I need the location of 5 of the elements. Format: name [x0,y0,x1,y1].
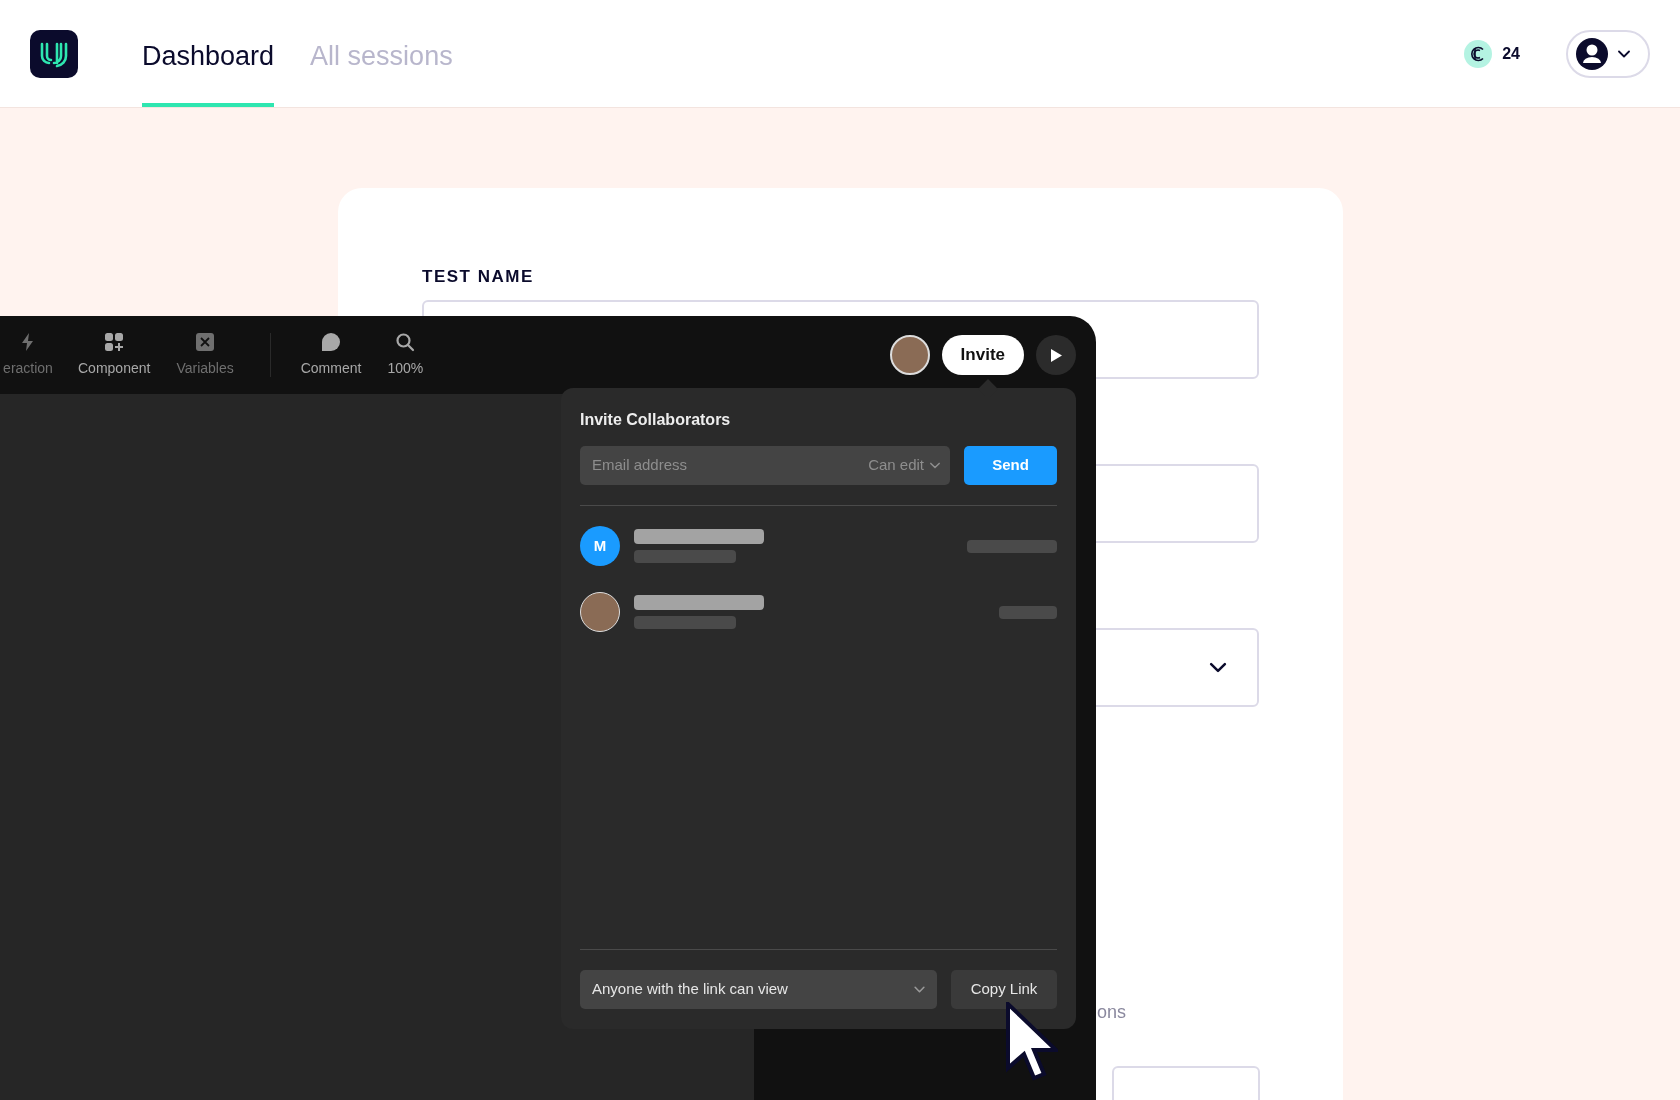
panel-title: Invite Collaborators [580,410,732,430]
credits-count: 24 [1502,43,1520,64]
option-text: ons [1097,1000,1127,1024]
field-label: TEST NAME [422,266,535,288]
member-avatar: M [580,526,620,566]
